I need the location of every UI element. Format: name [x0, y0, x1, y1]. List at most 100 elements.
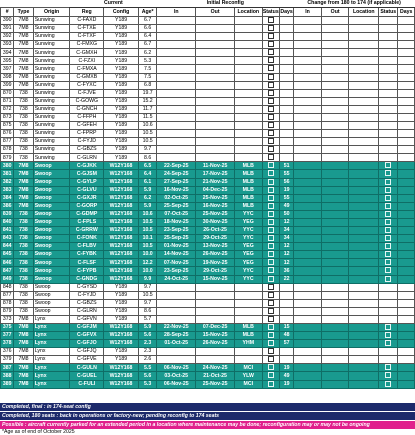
row-number: 389 — [0, 379, 15, 389]
status-checkbox[interactable] — [385, 276, 392, 282]
table-cell — [234, 153, 263, 163]
table-cell — [397, 88, 415, 98]
status-checkbox[interactable] — [267, 364, 274, 371]
table-cell — [293, 177, 322, 187]
status-checkbox[interactable] — [267, 340, 274, 347]
status-checkbox[interactable] — [267, 65, 274, 72]
status-checkbox[interactable] — [267, 381, 274, 387]
row-number: 871 — [0, 96, 15, 106]
status-checkbox[interactable] — [267, 308, 274, 314]
status-checkbox[interactable] — [267, 57, 274, 64]
table-cell — [378, 355, 399, 365]
table-cell — [397, 185, 415, 195]
in-date-cell: 24-Oct-25 — [156, 274, 197, 284]
table-cell — [320, 258, 350, 268]
table-cell — [293, 258, 322, 268]
status-checkbox[interactable] — [385, 162, 392, 169]
status-checkbox[interactable] — [385, 340, 392, 347]
table-row: 376 7M8 Lynx C-GFJQ Y189 2.3 — [0, 347, 415, 357]
age-cell: 5.6 — [137, 331, 158, 341]
status-checkbox[interactable] — [267, 49, 274, 56]
table-cell — [397, 137, 415, 147]
status-checkbox[interactable] — [385, 332, 392, 339]
status-checkbox[interactable] — [267, 203, 274, 209]
status-checkbox[interactable] — [267, 170, 274, 177]
status-checkbox[interactable] — [385, 381, 392, 387]
status-checkbox[interactable] — [267, 146, 274, 153]
status-checkbox[interactable] — [267, 33, 274, 40]
table-row: 395 7M8 Sunwing C-FZXI Y189 5.3 — [0, 56, 415, 66]
status-checkbox[interactable] — [267, 251, 274, 258]
status-checkbox[interactable] — [267, 82, 274, 88]
status-checkbox[interactable] — [267, 154, 274, 161]
status-checkbox[interactable] — [267, 41, 274, 48]
status-checkbox[interactable] — [385, 235, 392, 242]
location-cell: YLW — [234, 371, 263, 381]
table-cell — [293, 72, 322, 82]
status-checkbox[interactable] — [385, 219, 392, 225]
status-checkbox[interactable] — [267, 90, 274, 96]
status-checkbox[interactable] — [267, 300, 274, 306]
status-checkbox[interactable] — [385, 187, 392, 193]
status-checkbox[interactable] — [267, 267, 274, 274]
status-checkbox[interactable] — [267, 348, 274, 355]
status-checkbox[interactable] — [267, 292, 274, 298]
status-cell — [261, 161, 280, 171]
status-checkbox[interactable] — [267, 259, 274, 266]
table-cell — [195, 64, 235, 74]
table-cell — [397, 314, 415, 324]
status-checkbox[interactable] — [267, 122, 274, 129]
status-checkbox[interactable] — [267, 130, 274, 137]
status-checkbox[interactable] — [267, 114, 274, 120]
table-cell — [320, 322, 350, 333]
row-number: 848 — [0, 282, 15, 292]
status-checkbox[interactable] — [267, 324, 274, 330]
status-checkbox[interactable] — [267, 25, 274, 32]
status-cell — [261, 258, 280, 268]
status-checkbox[interactable] — [267, 235, 274, 242]
status-checkbox[interactable] — [385, 259, 392, 266]
status-checkbox[interactable] — [267, 356, 274, 363]
status-checkbox[interactable] — [267, 17, 274, 23]
status-checkbox[interactable] — [385, 324, 392, 330]
status-checkbox[interactable] — [267, 187, 274, 193]
status-checkbox[interactable] — [267, 74, 274, 80]
status-checkbox[interactable] — [267, 179, 274, 185]
status-checkbox[interactable] — [267, 219, 274, 225]
table-cell — [195, 314, 235, 324]
status-checkbox[interactable] — [385, 170, 392, 177]
config-cell: Y189 — [103, 290, 139, 300]
status-checkbox[interactable] — [267, 211, 274, 217]
table-cell — [234, 32, 263, 42]
status-checkbox[interactable] — [385, 243, 392, 250]
status-checkbox[interactable] — [385, 267, 392, 274]
status-checkbox[interactable] — [385, 211, 392, 217]
status-checkbox[interactable] — [267, 138, 274, 145]
table-cell — [293, 250, 322, 260]
table-row: 387 7M8 Lynx C-GULN W12Y168 5.5 06-Nov-25 24-No… — [0, 363, 415, 373]
aircraft-type: 738 — [13, 129, 34, 139]
status-checkbox[interactable] — [267, 332, 274, 339]
status-checkbox[interactable] — [267, 227, 274, 234]
status-checkbox[interactable] — [385, 227, 392, 234]
status-checkbox[interactable] — [385, 179, 392, 185]
status-checkbox[interactable] — [267, 243, 274, 250]
status-checkbox[interactable] — [267, 98, 274, 104]
table-row: 390 7M8 Sunwing C-FAXD Y189 6.7 — [0, 15, 415, 26]
status-checkbox[interactable] — [267, 284, 274, 290]
status-checkbox[interactable] — [385, 251, 392, 258]
status-checkbox[interactable] — [267, 372, 274, 379]
status-checkbox[interactable] — [267, 276, 274, 282]
status-checkbox[interactable] — [385, 364, 392, 371]
status-cell — [261, 331, 280, 341]
status-checkbox[interactable] — [267, 162, 274, 169]
status-checkbox[interactable] — [267, 195, 274, 201]
status-checkbox[interactable] — [267, 106, 274, 112]
status-checkbox[interactable] — [385, 372, 392, 379]
aircraft-type: 7M8 — [13, 371, 34, 381]
out-date-cell: 17-Nov-25 — [195, 169, 235, 179]
status-checkbox[interactable] — [267, 316, 274, 322]
status-checkbox[interactable] — [385, 195, 392, 201]
row-number: 391 — [0, 24, 15, 34]
status-checkbox[interactable] — [385, 203, 392, 209]
